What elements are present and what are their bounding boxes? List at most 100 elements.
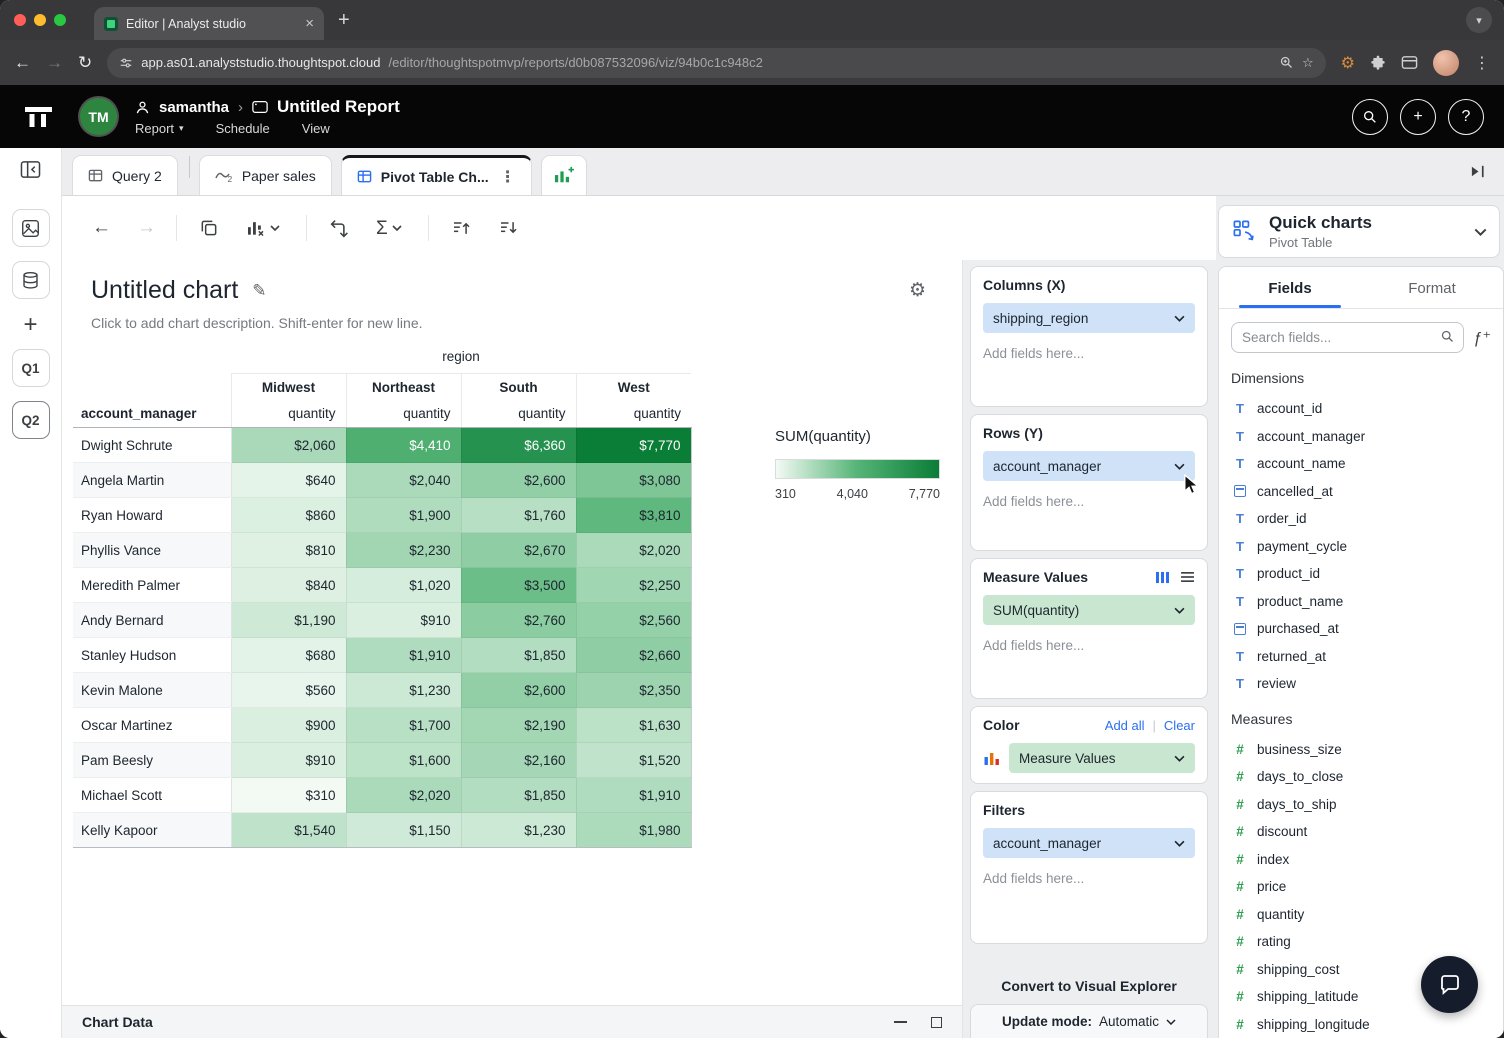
field-item[interactable]: #discount	[1219, 818, 1503, 846]
pivot-cell[interactable]: $2,190	[461, 708, 576, 743]
pivot-cell[interactable]: $1,600	[346, 743, 461, 778]
pivot-cell[interactable]: $2,040	[346, 463, 461, 498]
field-item[interactable]: #shipping_longitude	[1219, 1011, 1503, 1038]
browser-reload-button[interactable]: ↻	[78, 54, 92, 71]
pivot-cell[interactable]: $2,020	[576, 533, 691, 568]
pivot-column-header[interactable]: Midwest	[231, 374, 346, 402]
pivot-column-header[interactable]: Northeast	[346, 374, 461, 402]
measure-label[interactable]: quantity	[346, 401, 461, 428]
aggregate-button[interactable]: Σ	[376, 219, 402, 238]
site-controls-icon[interactable]	[119, 56, 133, 70]
tab-groups-icon[interactable]	[1401, 55, 1418, 70]
field-item[interactable]: #quantity	[1219, 901, 1503, 929]
tab-paper-sales[interactable]: 2 Paper sales	[199, 155, 332, 195]
pivot-cell[interactable]: $2,600	[461, 463, 576, 498]
clear-link[interactable]: Clear	[1164, 718, 1195, 733]
pivot-cell[interactable]: $1,230	[461, 813, 576, 848]
pivot-cell[interactable]: $2,230	[346, 533, 461, 568]
extension-gear-icon[interactable]: ⚙	[1341, 53, 1355, 73]
redo-button[interactable]: →	[137, 217, 156, 239]
columns-field-pill[interactable]: shipping_region	[983, 303, 1195, 333]
pivot-cell[interactable]: $1,520	[576, 743, 691, 778]
measure-field-pill[interactable]: SUM(quantity)	[983, 595, 1195, 625]
transpose-button[interactable]	[329, 218, 350, 239]
pivot-cell[interactable]: $2,670	[461, 533, 576, 568]
chart-description[interactable]: Click to add chart description. Shift-en…	[91, 315, 962, 331]
browser-back-button[interactable]: ←	[14, 54, 31, 71]
pivot-cell[interactable]: $1,980	[576, 813, 691, 848]
field-item[interactable]: Taccount_name	[1219, 450, 1503, 478]
tab-format[interactable]: Format	[1361, 267, 1503, 308]
search-button[interactable]	[1352, 99, 1388, 135]
pivot-cell[interactable]: $310	[231, 778, 346, 813]
pivot-cell[interactable]: $900	[231, 708, 346, 743]
collapse-panel-icon[interactable]	[20, 160, 41, 179]
filter-field-pill[interactable]: account_manager	[983, 828, 1195, 858]
field-item[interactable]: #index	[1219, 846, 1503, 874]
edit-title-icon[interactable]: ✎	[252, 281, 266, 301]
report-title[interactable]: Untitled Report	[277, 97, 400, 117]
measure-label[interactable]: quantity	[461, 401, 576, 428]
pivot-cell[interactable]: $2,020	[346, 778, 461, 813]
pivot-row-label[interactable]: Pam Beesly	[73, 743, 231, 778]
query2-button[interactable]: Q2	[12, 401, 50, 439]
user-name[interactable]: samantha	[159, 99, 229, 116]
browser-forward-button[interactable]: →	[46, 54, 63, 71]
data-panel-button[interactable]	[12, 261, 50, 299]
pivot-cell[interactable]: $4,410	[346, 428, 461, 463]
columns-layout-icon[interactable]	[1155, 571, 1170, 584]
field-item[interactable]: Taccount_id	[1219, 395, 1503, 423]
chevron-down-icon[interactable]	[1174, 840, 1185, 847]
field-item[interactable]: Tpayment_cycle	[1219, 533, 1503, 561]
expand-panel-icon[interactable]	[1469, 163, 1488, 180]
browser-menu-icon[interactable]: ⋮	[1474, 53, 1490, 73]
pivot-cell[interactable]: $860	[231, 498, 346, 533]
pivot-cell[interactable]: $1,760	[461, 498, 576, 533]
field-item[interactable]: purchased_at	[1219, 615, 1503, 643]
pivot-cell[interactable]: $2,660	[576, 638, 691, 673]
sort-descending-button[interactable]	[498, 218, 519, 238]
pivot-row-label[interactable]: Phyllis Vance	[73, 533, 231, 568]
pivot-row-label[interactable]: Ryan Howard	[73, 498, 231, 533]
pivot-cell[interactable]: $7,770	[576, 428, 691, 463]
pivot-row-label[interactable]: Kevin Malone	[73, 673, 231, 708]
pivot-cell[interactable]: $6,360	[461, 428, 576, 463]
undo-button[interactable]: ←	[92, 217, 111, 239]
tab-fields[interactable]: Fields	[1219, 267, 1361, 308]
pivot-cell[interactable]: $910	[231, 743, 346, 778]
field-item[interactable]: #business_size	[1219, 736, 1503, 764]
bookmark-star-icon[interactable]: ☆	[1302, 55, 1314, 71]
pivot-cell[interactable]: $560	[231, 673, 346, 708]
pivot-cell[interactable]: $640	[231, 463, 346, 498]
pivot-cell[interactable]: $1,190	[231, 603, 346, 638]
add-query-button[interactable]: +	[23, 313, 37, 337]
pivot-cell[interactable]: $1,910	[576, 778, 691, 813]
field-item[interactable]: cancelled_at	[1219, 478, 1503, 506]
add-all-link[interactable]: Add all	[1105, 718, 1145, 733]
measure-label[interactable]: quantity	[576, 401, 691, 428]
tab-overview-button[interactable]: ▾	[1466, 7, 1492, 33]
address-bar[interactable]: app.as01.analyststudio.thoughtspot.cloud…	[107, 48, 1325, 78]
field-item[interactable]: Tproduct_id	[1219, 560, 1503, 588]
pivot-cell[interactable]: $1,910	[346, 638, 461, 673]
chart-data-bar[interactable]: Chart Data	[62, 1005, 962, 1038]
new-chart-tab-button[interactable]	[541, 155, 587, 195]
add-button[interactable]: +	[1400, 99, 1436, 135]
pivot-cell[interactable]: $2,350	[576, 673, 691, 708]
pivot-cell[interactable]: $3,080	[576, 463, 691, 498]
pivot-cell[interactable]: $2,600	[461, 673, 576, 708]
pivot-cell[interactable]: $3,500	[461, 568, 576, 603]
chevron-down-icon[interactable]	[1474, 228, 1487, 236]
chevron-down-icon[interactable]	[1174, 755, 1185, 762]
chevron-down-icon[interactable]	[1174, 463, 1185, 470]
pivot-row-label[interactable]: Oscar Martinez	[73, 708, 231, 743]
chevron-down-icon[interactable]	[1174, 607, 1185, 614]
field-item[interactable]: #days_to_ship	[1219, 791, 1503, 819]
pivot-row-label[interactable]: Angela Martin	[73, 463, 231, 498]
measure-label[interactable]: quantity	[231, 401, 346, 428]
field-item[interactable]: #rating	[1219, 928, 1503, 956]
field-item[interactable]: #price	[1219, 873, 1503, 901]
pivot-cell[interactable]: $2,250	[576, 568, 691, 603]
zoom-icon[interactable]	[1279, 55, 1294, 70]
user-avatar[interactable]: TM	[80, 98, 117, 135]
